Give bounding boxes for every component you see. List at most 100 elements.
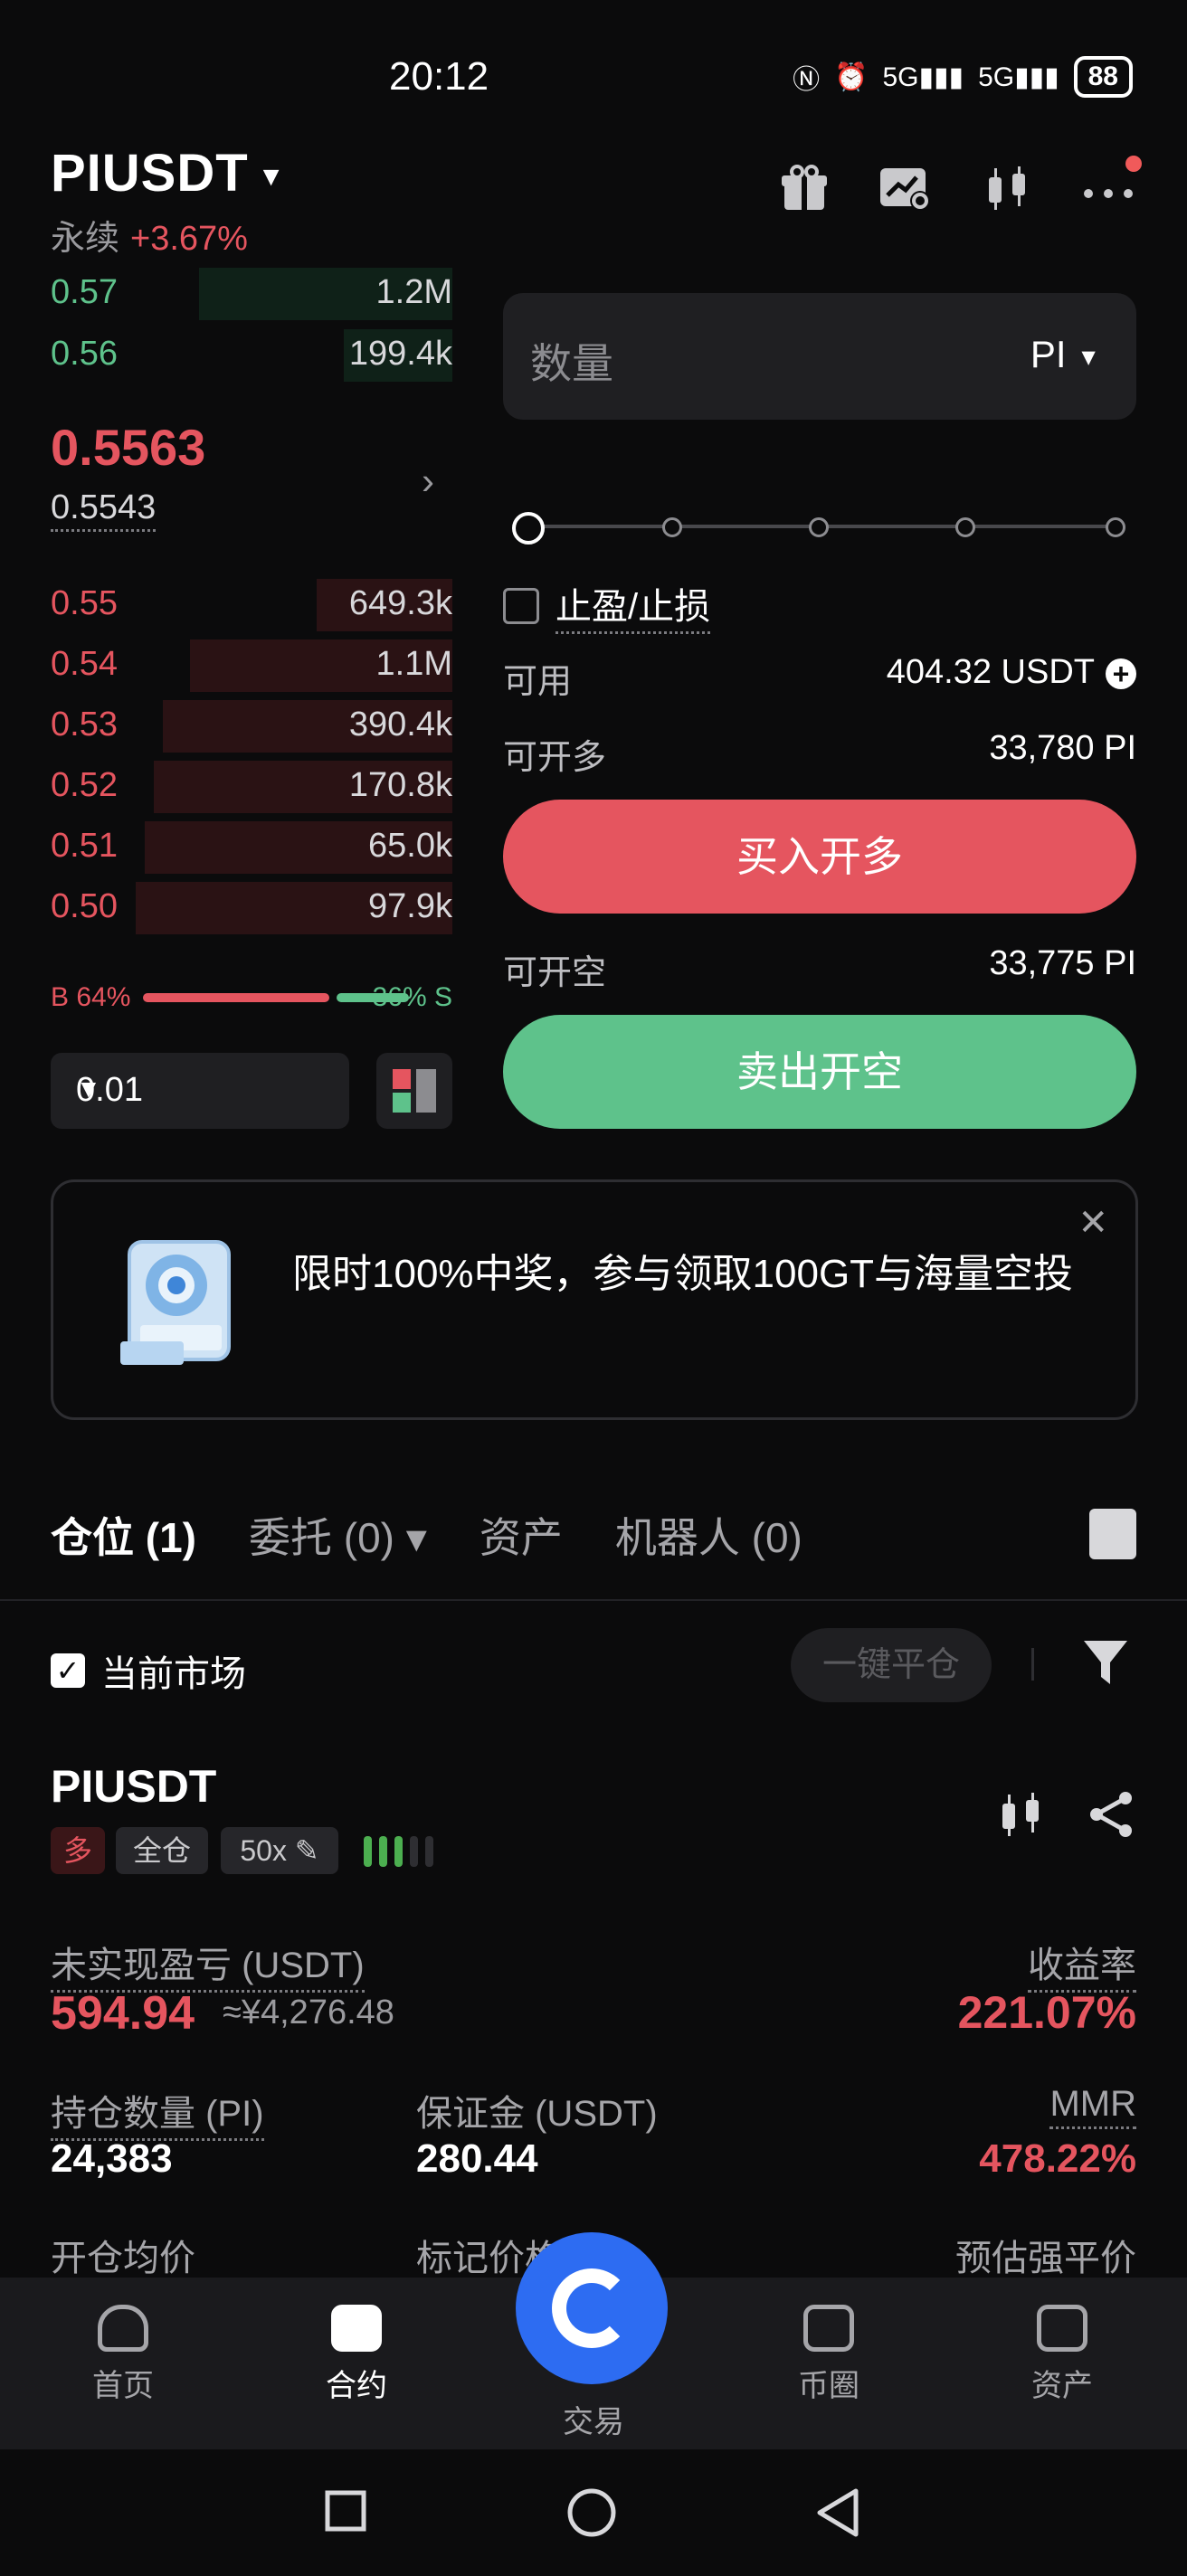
leverage-badge[interactable]: 50x ✎ bbox=[221, 1827, 338, 1874]
tab-assets[interactable]: 资产 bbox=[480, 1505, 563, 1565]
ob-price: 0.57 bbox=[51, 273, 118, 311]
can-long-value: 33,780 PI bbox=[989, 729, 1136, 767]
available-value: 404.32 USDT bbox=[886, 653, 1095, 691]
slider-tick[interactable] bbox=[662, 517, 682, 537]
chat-icon bbox=[803, 2305, 854, 2352]
orderbook-row[interactable]: 0.52 170.8k bbox=[51, 759, 452, 813]
signal-icon: 5G▮▮▮ bbox=[978, 62, 1059, 92]
mark-price[interactable]: 0.5543 bbox=[51, 488, 157, 532]
ob-qty: 1.2M bbox=[375, 273, 452, 311]
can-short-row: 可开空 33,775 PI bbox=[503, 944, 1136, 992]
trade-fab[interactable] bbox=[516, 2232, 668, 2384]
slider-tick[interactable] bbox=[809, 517, 829, 537]
size-label[interactable]: 持仓数量 (PI) bbox=[51, 2084, 264, 2141]
tab-bots[interactable]: 机器人 (0) bbox=[615, 1505, 802, 1565]
upnl-label[interactable]: 未实现盈亏 (USDT) bbox=[51, 1936, 365, 1993]
promo-illustration bbox=[120, 1224, 247, 1368]
buy-long-button[interactable]: 买入开多 bbox=[503, 800, 1136, 914]
margin-label: 保证金 (USDT) bbox=[416, 2094, 658, 2134]
ob-price: 0.53 bbox=[51, 706, 118, 743]
document-icon[interactable] bbox=[1089, 1509, 1136, 1559]
ob-qty: 199.4k bbox=[348, 335, 452, 373]
quantity-slider[interactable] bbox=[512, 512, 1127, 545]
pair-selector[interactable]: PIUSDT ▼ bbox=[51, 143, 285, 204]
gift-icon[interactable] bbox=[776, 163, 832, 219]
back-icon[interactable] bbox=[814, 2487, 861, 2538]
slider-handle[interactable] bbox=[512, 512, 545, 545]
status-time: 20:12 bbox=[389, 54, 489, 99]
contract-type: 永续 bbox=[51, 220, 120, 258]
candlestick-icon[interactable] bbox=[979, 163, 1035, 219]
orderbook-layout-button[interactable] bbox=[376, 1053, 452, 1129]
notification-dot bbox=[1125, 156, 1142, 172]
mmr-label[interactable]: MMR bbox=[1049, 2084, 1136, 2129]
buy-ratio-label: B 64% bbox=[51, 982, 131, 1012]
orderbook-row[interactable]: 0.57 1.2M bbox=[51, 266, 452, 320]
recents-icon[interactable] bbox=[324, 2489, 367, 2533]
pair-subtitle: 永续 +3.67% bbox=[51, 210, 248, 260]
quantity-placeholder: 数量 bbox=[530, 340, 613, 387]
layout-icon bbox=[393, 1069, 411, 1089]
last-price: 0.5563 bbox=[51, 419, 206, 476]
ob-qty: 65.0k bbox=[368, 827, 452, 865]
alarm-icon: ⏰ bbox=[834, 62, 869, 92]
buy-sell-ratio: B 64% 36% S bbox=[51, 982, 452, 1012]
ob-price: 0.55 bbox=[51, 584, 118, 622]
upnl-value: 594.94 bbox=[51, 1987, 195, 2040]
slider-tick[interactable] bbox=[955, 517, 975, 537]
caret-down-icon: ▼ bbox=[257, 161, 286, 192]
checkbox-checked-icon[interactable]: ✓ bbox=[51, 1653, 85, 1688]
position-symbol[interactable]: PIUSDT bbox=[51, 1760, 216, 1813]
nav-community[interactable]: 币圈 bbox=[756, 2305, 901, 2405]
plus-icon[interactable]: + bbox=[1106, 658, 1136, 689]
share-icon[interactable] bbox=[1086, 1789, 1136, 1851]
slider-tick[interactable] bbox=[1106, 517, 1125, 537]
futures-icon bbox=[331, 2305, 382, 2352]
home-button-icon[interactable] bbox=[566, 2487, 617, 2538]
nav-trade[interactable]: 交易 bbox=[521, 2397, 666, 2441]
margin-value: 280.44 bbox=[416, 2136, 538, 2181]
chart-settings-icon[interactable] bbox=[878, 163, 934, 219]
orderbook-row[interactable]: 0.53 390.4k bbox=[51, 698, 452, 753]
battery-icon: 88 bbox=[1073, 56, 1133, 98]
close-icon[interactable]: ✕ bbox=[1078, 1202, 1108, 1244]
pair-name: PIUSDT bbox=[51, 144, 249, 203]
more-icon[interactable] bbox=[1080, 156, 1142, 219]
candlestick-icon[interactable] bbox=[995, 1789, 1046, 1851]
filter-icon[interactable] bbox=[1082, 1637, 1129, 1688]
close-all-button[interactable]: 一键平仓 bbox=[791, 1628, 992, 1702]
promo-banner[interactable]: 限时100%中奖，参与领取100GT与海量空投 ✕ bbox=[51, 1179, 1138, 1420]
orderbook-row[interactable]: 0.50 97.9k bbox=[51, 880, 452, 934]
caret-down-icon: ▼ bbox=[76, 1075, 101, 1103]
divider bbox=[1031, 1648, 1034, 1681]
nav-home[interactable]: 首页 bbox=[51, 2305, 195, 2405]
logo-icon bbox=[552, 2268, 631, 2348]
orderbook-row[interactable]: 0.55 649.3k bbox=[51, 577, 452, 631]
edit-icon: ✎ bbox=[294, 1834, 319, 1867]
sell-short-button[interactable]: 卖出开空 bbox=[503, 1015, 1136, 1129]
chevron-right-icon[interactable]: › bbox=[422, 459, 434, 503]
ob-qty: 649.3k bbox=[348, 584, 452, 622]
nav-assets[interactable]: 资产 bbox=[990, 2305, 1135, 2405]
upnl-cny: ≈¥4,276.48 bbox=[223, 1994, 394, 2031]
current-market-filter[interactable]: ✓ 当前市场 bbox=[51, 1644, 246, 1697]
can-short-value: 33,775 PI bbox=[989, 944, 1136, 982]
margin-mode-badge[interactable]: 全仓 bbox=[116, 1827, 208, 1874]
tpsl-checkbox[interactable] bbox=[503, 587, 539, 624]
ob-price: 0.56 bbox=[51, 335, 118, 373]
available-label: 可用 bbox=[503, 663, 573, 701]
tab-positions[interactable]: 仓位 (1) bbox=[51, 1505, 196, 1565]
orderbook-row[interactable]: 0.51 65.0k bbox=[51, 819, 452, 874]
tab-orders[interactable]: 委托 (0) ▾ bbox=[249, 1505, 427, 1565]
system-nav bbox=[0, 2449, 1187, 2576]
unit-selector[interactable]: PI ▼ bbox=[1030, 333, 1100, 376]
tpsl-toggle[interactable]: 止盈/止损 bbox=[503, 577, 711, 634]
nav-futures[interactable]: 合约 bbox=[284, 2305, 429, 2405]
orderbook-row[interactable]: 0.54 1.1M bbox=[51, 638, 452, 692]
can-short-label: 可开空 bbox=[503, 954, 607, 992]
roe-label[interactable]: 收益率 bbox=[1028, 1936, 1136, 1993]
available-row: 可用 404.32 USDT + bbox=[503, 653, 1136, 701]
quantity-input[interactable]: 数量 PI ▼ bbox=[503, 293, 1136, 420]
orderbook-row[interactable]: 0.56 199.4k bbox=[51, 327, 452, 382]
precision-select[interactable]: 0.01 ▼ bbox=[51, 1053, 349, 1129]
